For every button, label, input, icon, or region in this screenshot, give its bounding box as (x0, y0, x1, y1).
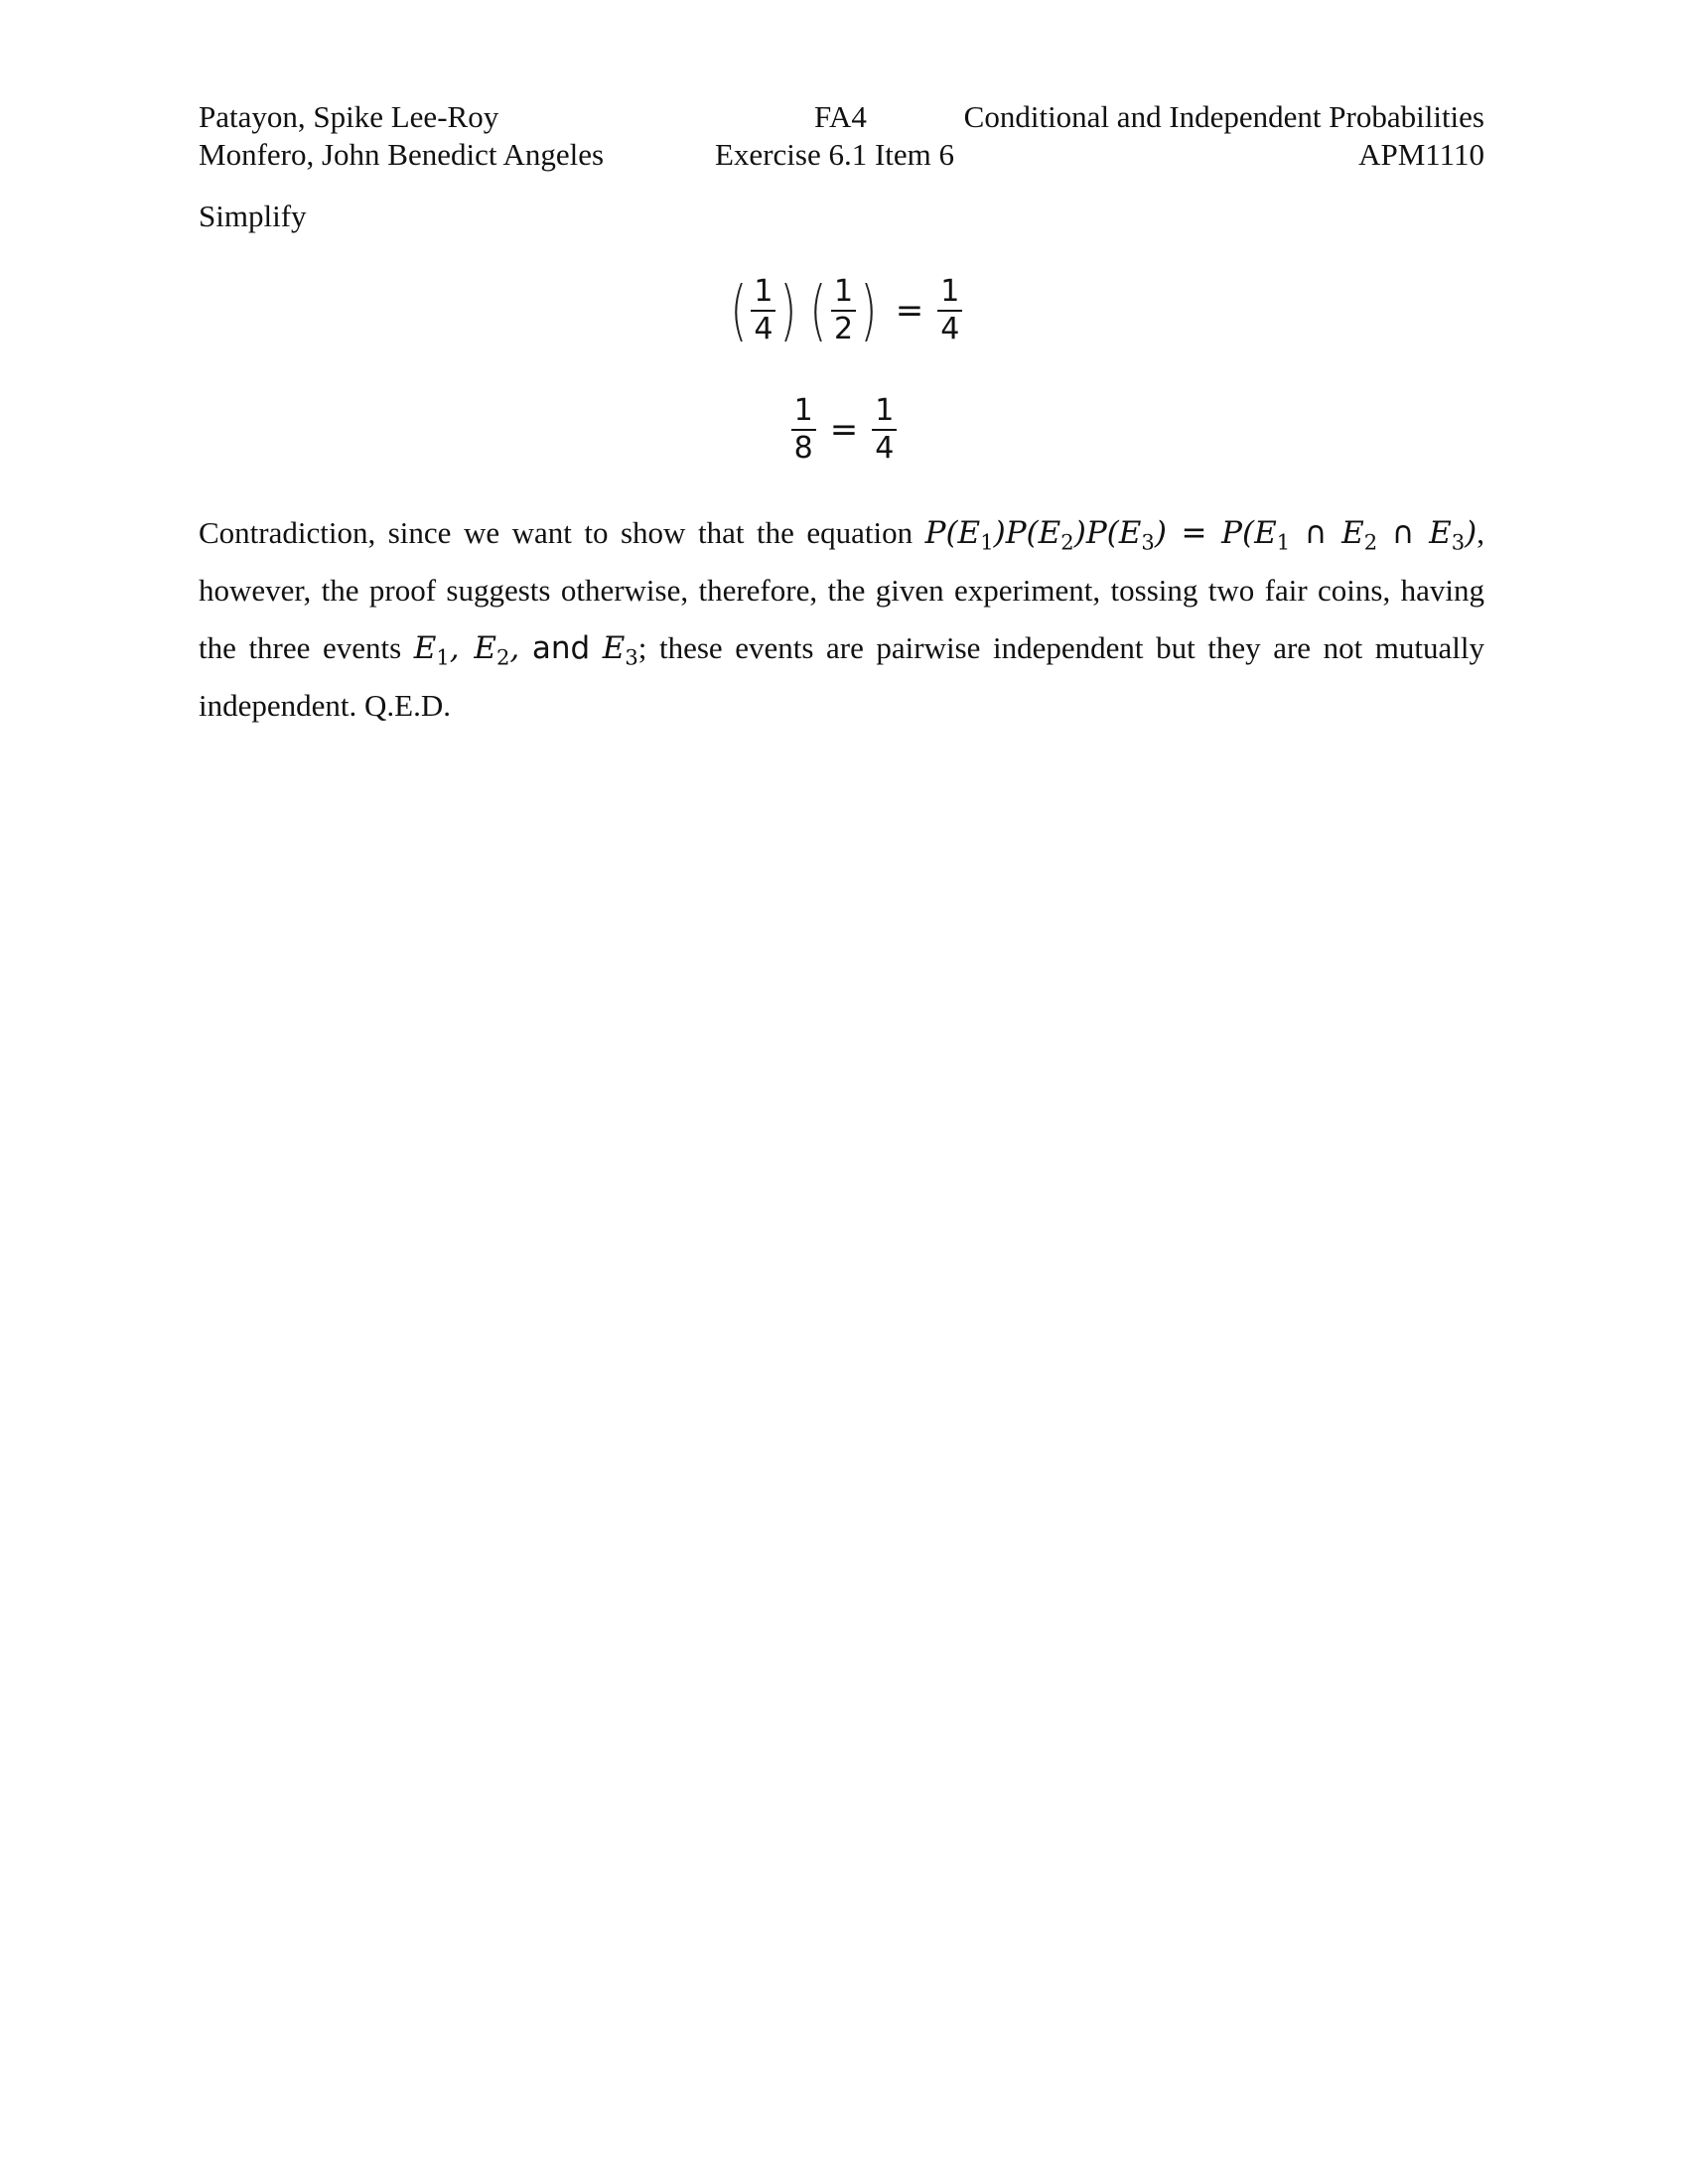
fraction-1-4: 14 (872, 395, 898, 464)
exercise-label: Exercise 6.1 Item 6 (715, 137, 955, 172)
conclusion-paragraph: Contradiction, since we want to show tha… (199, 515, 1485, 723)
equation-1: (1 4) (1 2) = 14 (0, 276, 1688, 344)
fraction-result: 14 (937, 276, 963, 344)
course-code: APM1110 (1358, 137, 1484, 172)
fraction-1-4: 14 (751, 276, 776, 344)
equals-sign: = (829, 409, 859, 450)
equation-2: 18 = 14 (0, 395, 1688, 464)
event-e3: E3 (602, 630, 638, 670)
author-name-2: Monfero, John Benedict Angeles (199, 137, 605, 172)
instruction-text: Simplify (199, 199, 307, 233)
fraction-1-8: 18 (790, 395, 816, 464)
probability-equation: P(E1)P(E2)P(E3) = P(E1 ∩ E2 ∩ E3) (924, 515, 1477, 555)
equals-sign: = (895, 290, 924, 331)
activity-code: FA4 (814, 99, 867, 134)
topic-title: Conditional and Independent Probabilitie… (963, 99, 1484, 134)
author-name-1: Patayon, Spike Lee-Roy (199, 99, 499, 134)
event-e1: E1, E2, (413, 630, 520, 670)
fraction-1-2: 12 (830, 276, 857, 344)
